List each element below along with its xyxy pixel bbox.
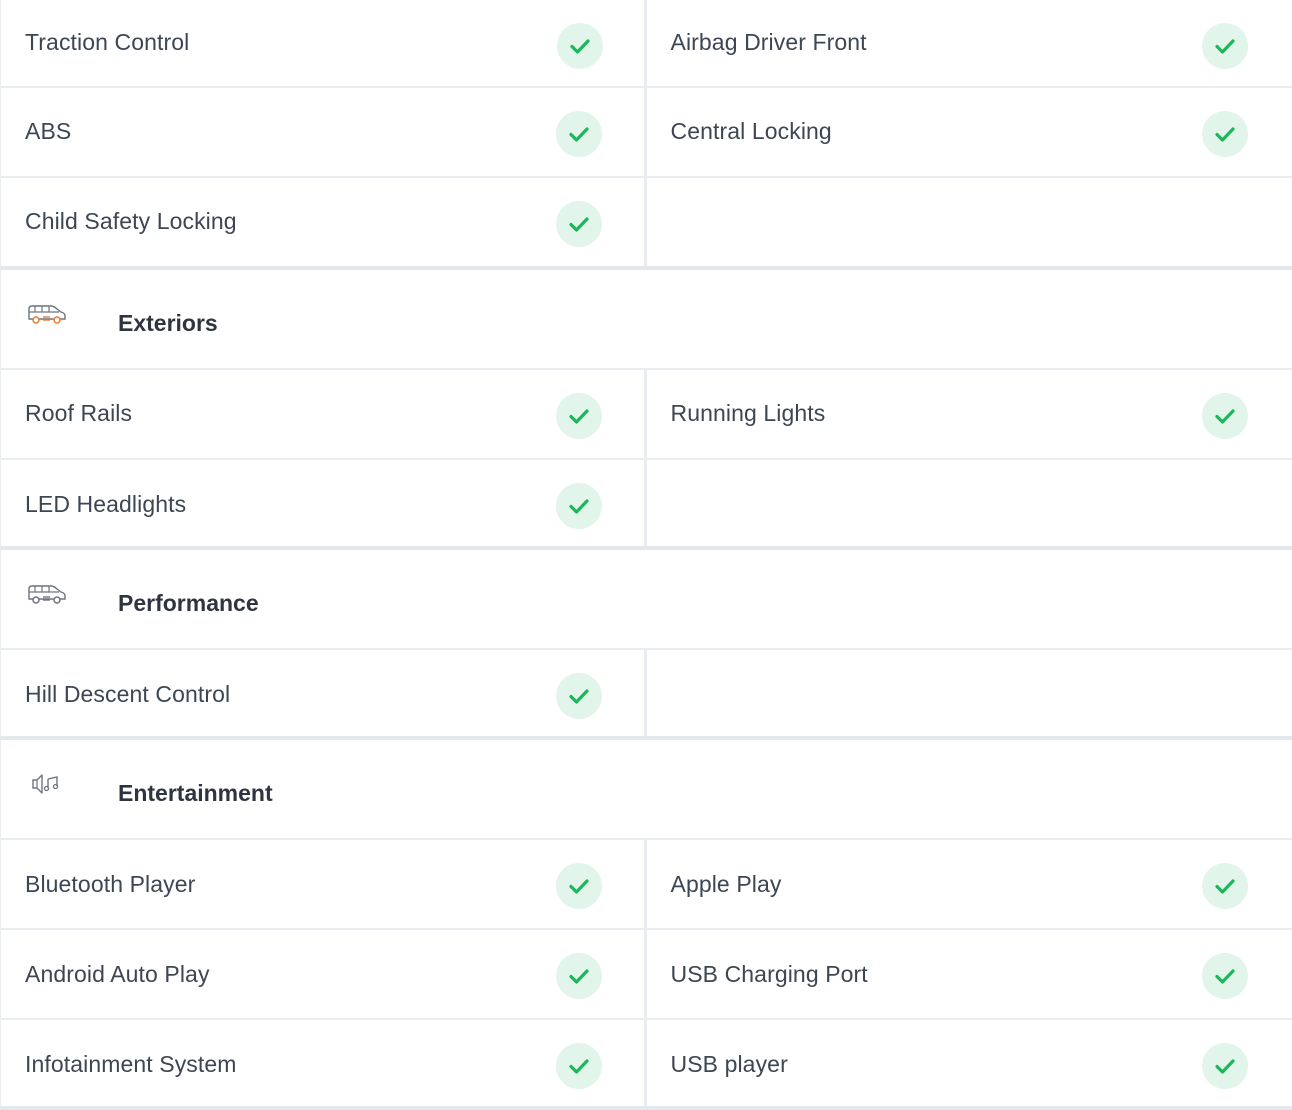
feature-cell: ABS [1, 88, 647, 176]
feature-cell-empty [647, 178, 1292, 266]
feature-cell: Bluetooth Player [1, 840, 647, 928]
check-icon [1201, 111, 1248, 157]
feature-row: Bluetooth Player Apple Play [0, 840, 1292, 930]
feature-label: Traction Control [25, 29, 190, 55]
feature-cell: Child Safety Locking [1, 178, 647, 266]
feature-cell: USB player [647, 1020, 1292, 1106]
feature-label: Android Auto Play [25, 961, 210, 987]
feature-label: Apple Play [670, 871, 782, 897]
check-icon [556, 393, 602, 439]
car-icon [26, 580, 68, 606]
check-icon [1201, 953, 1248, 999]
check-icon [556, 201, 602, 247]
section-title: Performance [118, 590, 259, 616]
section-header-entertainment: Entertainment [0, 740, 1292, 840]
feature-row: LED Headlights [0, 460, 1292, 550]
feature-label: Bluetooth Player [25, 871, 196, 897]
check-icon [1201, 1043, 1248, 1089]
feature-row: Child Safety Locking [0, 178, 1292, 270]
check-icon [557, 23, 603, 69]
feature-cell: Traction Control [1, 0, 647, 86]
feature-row: Android Auto Play USB Charging Port [0, 930, 1292, 1020]
feature-label: ABS [25, 118, 72, 144]
feature-cell: Roof Rails [1, 370, 647, 458]
section-title: Exteriors [118, 310, 218, 336]
feature-row: Hill Descent Control [0, 650, 1292, 740]
feature-label: Hill Descent Control [25, 681, 231, 707]
feature-cell: Running Lights [647, 370, 1292, 458]
speaker-music-icon [31, 772, 73, 798]
feature-label: USB player [670, 1051, 788, 1077]
feature-cell: Central Locking [647, 88, 1292, 176]
section-header-exteriors: Exteriors [0, 270, 1292, 370]
feature-cell: LED Headlights [1, 460, 647, 546]
feature-label: Airbag Driver Front [670, 29, 867, 55]
feature-row: Infotainment System USB player [0, 1020, 1292, 1110]
feature-label: Central Locking [670, 118, 832, 144]
check-icon [556, 673, 602, 719]
check-icon [1201, 393, 1248, 439]
feature-cell: Infotainment System [1, 1020, 647, 1106]
feature-cell: Hill Descent Control [1, 650, 647, 736]
feature-cell: Airbag Driver Front [647, 0, 1292, 86]
feature-row: Roof Rails Running Lights [0, 370, 1292, 460]
check-icon [556, 953, 602, 999]
check-icon [556, 1043, 602, 1089]
feature-label: Child Safety Locking [25, 208, 237, 234]
section-title: Entertainment [118, 780, 273, 806]
features-list: Traction Control Airbag Driver Front ABS… [0, 0, 1292, 1110]
feature-row: ABS Central Locking [0, 88, 1292, 178]
car-icon [26, 300, 68, 326]
check-icon [556, 483, 602, 529]
check-icon [1201, 863, 1248, 909]
feature-cell: Android Auto Play [1, 930, 647, 1018]
feature-label: USB Charging Port [670, 961, 868, 987]
feature-row: Traction Control Airbag Driver Front [0, 0, 1292, 88]
feature-cell: Apple Play [647, 840, 1292, 928]
feature-label: Infotainment System [25, 1051, 237, 1077]
check-icon [556, 863, 602, 909]
feature-cell-empty [647, 460, 1292, 546]
check-icon [1201, 23, 1248, 69]
feature-label: LED Headlights [25, 491, 187, 517]
feature-cell-empty [647, 650, 1292, 736]
check-icon [556, 111, 602, 157]
feature-label: Roof Rails [25, 400, 133, 426]
feature-cell: USB Charging Port [647, 930, 1292, 1018]
feature-label: Running Lights [670, 400, 826, 426]
section-header-performance: Performance [0, 550, 1292, 650]
